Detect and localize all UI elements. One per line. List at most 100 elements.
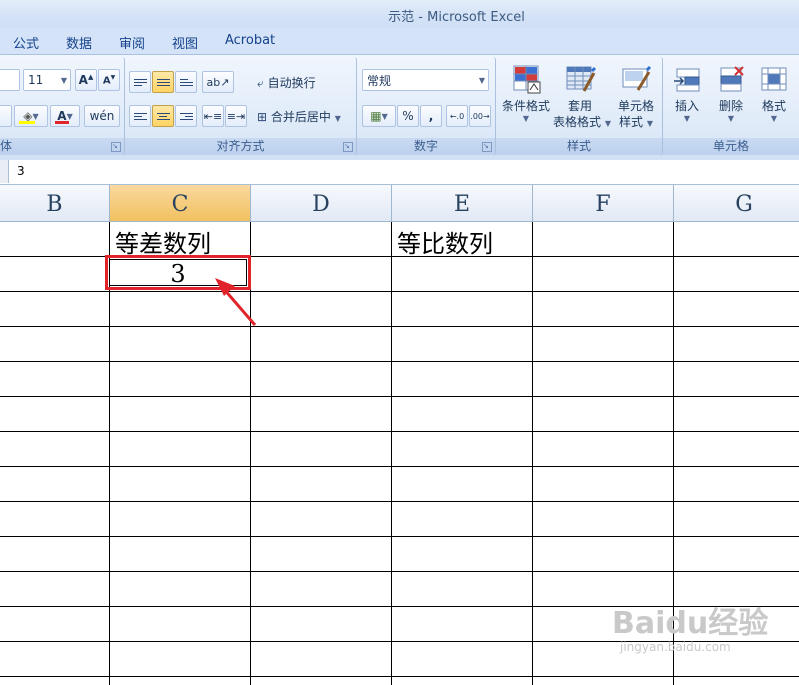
decrease-decimal-button[interactable]: .00→ — [469, 105, 491, 127]
wrap-text-label: 自动换行 — [267, 76, 316, 90]
delete-cells-icon — [715, 63, 747, 95]
column-headers: B C D E F G — [0, 185, 799, 222]
gridline — [0, 291, 799, 292]
chevron-down-icon: ▼ — [60, 75, 67, 85]
increase-decimal-button[interactable]: ←.0 — [446, 105, 468, 127]
cell-e1[interactable]: 等比数列 — [397, 224, 493, 259]
tab-view[interactable]: 视图 — [172, 33, 198, 52]
increase-indent-icon: ≡⇥ — [226, 109, 246, 123]
chevron-down-icon: ▼ — [381, 111, 388, 121]
chevron-down-icon: ▼ — [646, 119, 653, 128]
tab-data[interactable]: 数据 — [66, 33, 92, 52]
shrink-font-icon: A▼ — [102, 73, 116, 87]
cell-c1[interactable]: 等差数列 — [115, 224, 211, 259]
cells-group: 插入 ▼ 删除 ▼ 格式 ▼ 单元格 — [663, 57, 799, 156]
font-group-label: 体 — [0, 138, 124, 155]
conditional-format-icon — [510, 63, 542, 95]
column-header-c[interactable]: C — [110, 185, 251, 221]
cell-styles-button[interactable]: 单元格 样式 ▼ — [609, 61, 663, 132]
currency-icon: ▦ — [370, 109, 382, 123]
format-as-table-label-2: 表格格式 ▼ — [553, 114, 611, 132]
watermark-url: jingyan.baidu.com — [620, 640, 731, 654]
grow-font-icon: A▲ — [78, 73, 94, 87]
title-bar: 示范 - Microsoft Excel — [0, 0, 799, 29]
decrease-decimal-icon: .00→ — [470, 111, 490, 121]
wrap-text-button[interactable]: ⤶ 自动换行 — [257, 74, 316, 91]
chevron-down-icon: ▼ — [727, 114, 735, 123]
gridline — [0, 501, 799, 502]
column-header-e[interactable]: E — [392, 185, 533, 221]
align-center-button[interactable] — [152, 105, 174, 127]
red-arrow-annotation — [215, 278, 257, 326]
conditional-format-button[interactable]: 条件格式 ▼ — [499, 61, 553, 123]
comma-style-button[interactable]: , — [420, 105, 442, 127]
tab-formulas[interactable]: 公式 — [13, 33, 39, 52]
alignment-group-label: 对齐方式 — [125, 138, 356, 155]
merge-center-button[interactable]: ⊞ 合并后居中 ▼ — [257, 108, 341, 125]
format-cells-icon — [758, 63, 790, 95]
percent-style-button[interactable]: % — [397, 105, 419, 127]
align-bottom-icon — [179, 78, 193, 86]
increase-decimal-icon: ←.0 — [449, 111, 465, 121]
border-button[interactable] — [0, 105, 12, 127]
gridline — [0, 571, 799, 572]
column-header-b[interactable]: B — [0, 185, 110, 221]
gridline — [0, 466, 799, 467]
wrap-text-icon: ⤶ — [257, 76, 264, 90]
format-as-table-icon — [564, 63, 597, 95]
decrease-indent-button[interactable]: ⇤≡ — [202, 105, 224, 127]
cell-styles-icon — [620, 63, 652, 95]
styles-group: 条件格式 ▼ 套用 表格格式 ▼ 单元格 样式 ▼ 样式 — [496, 57, 663, 156]
font-size-select[interactable]: 11 ▼ — [23, 69, 71, 91]
insert-cells-button[interactable]: 插入 ▼ — [663, 61, 711, 123]
shrink-font-button[interactable]: A▼ — [98, 69, 120, 91]
orientation-button[interactable]: ab↗ — [202, 71, 234, 93]
number-format-value: 常规 — [367, 73, 392, 88]
format-cells-button[interactable]: 格式 ▼ — [751, 61, 797, 123]
chevron-down-icon: ▼ — [32, 111, 39, 121]
align-middle-button[interactable] — [152, 71, 174, 93]
align-center-icon — [156, 112, 170, 120]
dialog-launcher-icon[interactable]: ↘ — [343, 142, 353, 152]
column-header-g[interactable]: G — [674, 185, 799, 221]
cells-group-label: 单元格 — [663, 138, 799, 155]
align-bottom-button[interactable] — [175, 71, 197, 93]
cell-styles-label-2-text: 样式 — [619, 115, 644, 129]
dialog-launcher-icon[interactable]: ↘ — [482, 142, 492, 152]
text-orientation-icon: ab↗ — [206, 75, 230, 89]
cell-styles-label-1: 单元格 — [617, 99, 654, 113]
number-format-select[interactable]: 常规 ▼ — [362, 69, 489, 91]
dialog-launcher-icon[interactable]: ↘ — [111, 142, 121, 152]
formula-bar-divider — [0, 160, 9, 183]
format-as-table-button[interactable]: 套用 表格格式 ▼ — [553, 61, 611, 132]
phonetic-button[interactable]: wén — [84, 105, 120, 127]
font-color-button[interactable]: A ▼ — [50, 105, 80, 127]
cell-styles-label-2: 样式 ▼ — [609, 114, 663, 132]
align-right-button[interactable] — [175, 105, 197, 127]
watermark-brand: Baidu经验 — [612, 606, 769, 641]
font-size-value: 11 — [28, 73, 44, 87]
font-group-label-text: 体 — [0, 139, 13, 153]
delete-cells-button[interactable]: 删除 ▼ — [707, 61, 755, 123]
column-header-f[interactable]: F — [533, 185, 674, 221]
styles-group-label: 样式 — [496, 138, 662, 155]
ribbon-tabs: 公式 数据 审阅 视图 Acrobat — [0, 28, 799, 54]
tab-acrobat[interactable]: Acrobat — [225, 33, 275, 48]
font-name-box[interactable] — [0, 69, 20, 91]
number-group: 常规 ▼ ▦ ▼ % , ←.0 .00→ 数字 ↘ — [357, 57, 496, 156]
fill-color-button[interactable]: ◈ ▼ — [14, 105, 48, 127]
baidu-watermark: Baidu经验 jingyan.baidu.com — [612, 598, 768, 654]
increase-indent-button[interactable]: ≡⇥ — [225, 105, 247, 127]
percent-label: % — [402, 109, 414, 123]
format-label: 格式 — [761, 99, 786, 113]
accounting-format-button[interactable]: ▦ ▼ — [362, 105, 396, 127]
formula-input[interactable]: 3 — [17, 164, 25, 178]
align-top-button[interactable] — [129, 71, 151, 93]
tab-review[interactable]: 审阅 — [119, 33, 145, 52]
gridline — [0, 326, 799, 327]
gridline — [0, 536, 799, 537]
align-top-icon — [133, 78, 147, 86]
align-left-button[interactable] — [129, 105, 151, 127]
grow-font-button[interactable]: A▲ — [75, 69, 97, 91]
column-header-d[interactable]: D — [251, 185, 392, 221]
